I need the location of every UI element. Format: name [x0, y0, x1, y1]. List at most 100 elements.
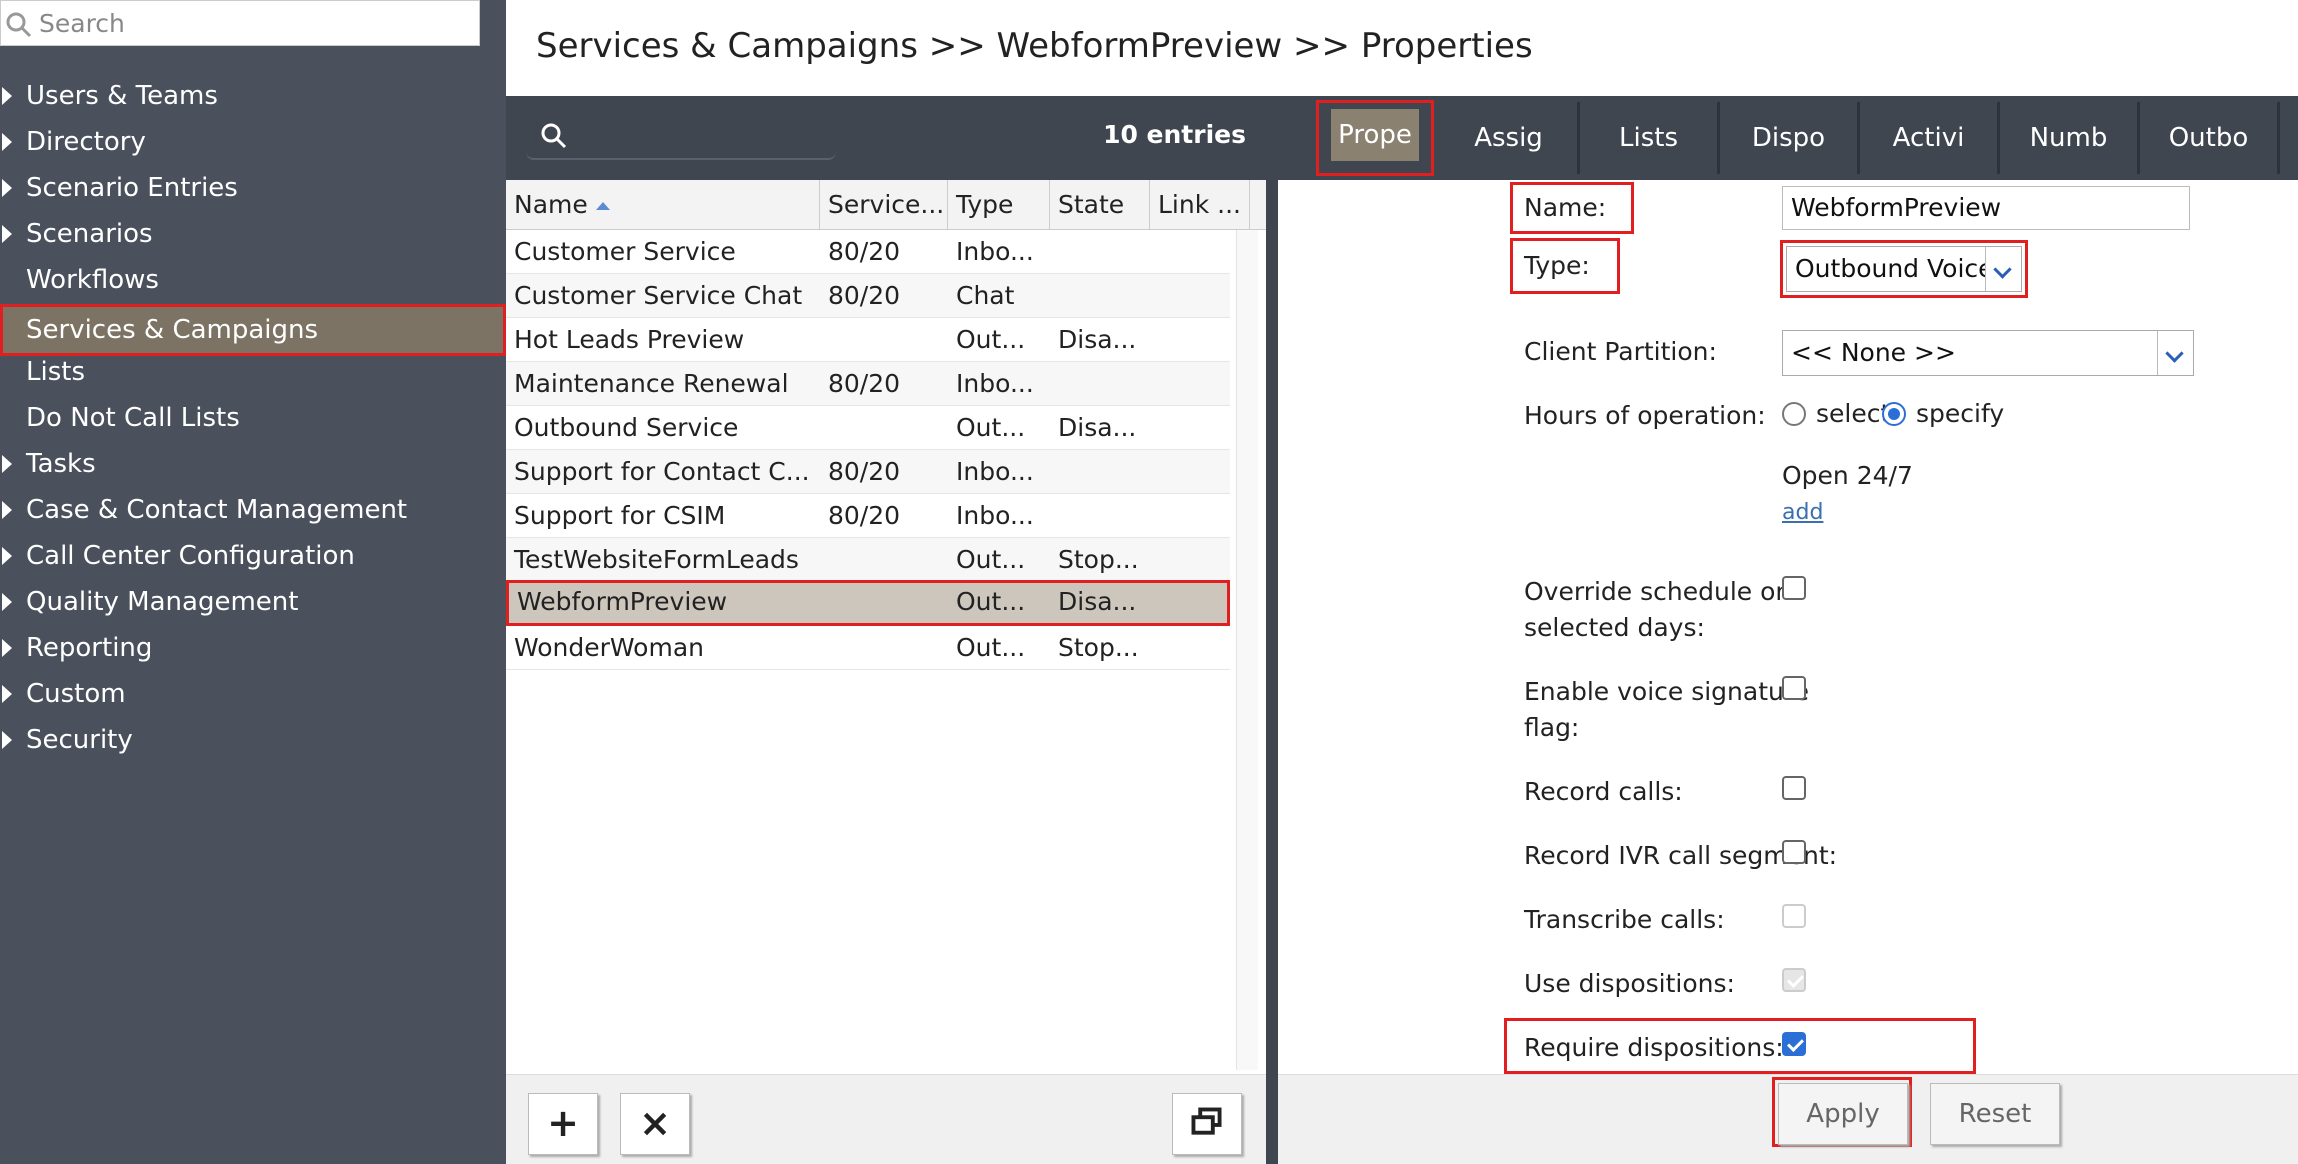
type-label: Type: — [1524, 251, 1590, 280]
use-dispositions-checkbox — [1782, 968, 1806, 992]
override-schedule-checkbox[interactable] — [1782, 576, 1806, 600]
tab-properties[interactable]: Prope — [1316, 100, 1434, 176]
tab-assignments[interactable]: Assig — [1440, 102, 1580, 174]
sidebar-item-services-campaigns[interactable]: Services & Campaigns — [0, 304, 506, 356]
apply-button[interactable]: Apply — [1778, 1083, 1908, 1145]
open-window-button[interactable] — [1172, 1093, 1242, 1155]
sort-ascending-icon — [595, 202, 610, 210]
table-row[interactable]: Customer Service 80/20 Inbo... — [506, 230, 1230, 274]
table-row[interactable]: Outbound Service Out... Disa... — [506, 406, 1230, 450]
sidebar-item-security[interactable]: Security — [0, 718, 506, 762]
override-schedule-label-line1: Override schedule on — [1524, 577, 1792, 606]
main-area: Services & Campaigns >> WebformPreview >… — [506, 0, 2298, 1164]
table-row[interactable]: Customer Service Chat 80/20 Chat — [506, 274, 1230, 318]
sidebar-item-workflows[interactable]: Workflows — [0, 258, 506, 302]
client-partition-select[interactable]: << None >> — [1782, 330, 2194, 376]
column-header-name[interactable]: Name — [506, 180, 820, 230]
expand-arrow-icon — [2, 133, 12, 151]
list-scrollbar[interactable] — [1236, 230, 1258, 1070]
sidebar-search[interactable] — [0, 0, 480, 46]
voice-signature-checkbox[interactable] — [1782, 676, 1806, 700]
expand-arrow-icon — [2, 593, 12, 611]
sidebar-item-label: Services & Campaigns — [26, 315, 319, 345]
delete-button[interactable]: × — [620, 1093, 690, 1155]
sidebar-item-label: Workflows — [26, 265, 159, 295]
name-label: Name: — [1524, 193, 1607, 222]
column-header-service[interactable]: Service... — [820, 180, 948, 230]
page-header: Services & Campaigns >> WebformPreview >… — [506, 0, 2298, 96]
tab-bar: Prope Assig Lists Dispo Activi Numb Outb… — [1278, 96, 2298, 180]
sidebar-item-lists[interactable]: Lists — [0, 350, 506, 394]
expand-arrow-icon — [2, 547, 12, 565]
record-calls-checkbox[interactable] — [1782, 776, 1806, 800]
table-row[interactable]: Hot Leads Preview Out... Disa... — [506, 318, 1230, 362]
tab-lists[interactable]: Lists — [1580, 102, 1720, 174]
hours-select-radio[interactable] — [1782, 402, 1806, 426]
sidebar-item-scenarios[interactable]: Scenarios — [0, 212, 506, 256]
sidebar-item-call-center-configuration[interactable]: Call Center Configuration — [0, 534, 506, 578]
sidebar-search-input[interactable] — [39, 5, 459, 41]
expand-arrow-icon — [2, 87, 12, 105]
sidebar-item-scenario-entries[interactable]: Scenario Entries — [0, 166, 506, 210]
sidebar-item-label: Directory — [26, 127, 146, 157]
list-search[interactable] — [526, 112, 836, 160]
list-footer: + × — [506, 1074, 1266, 1164]
hours-select-label: select — [1816, 399, 1891, 428]
expand-arrow-icon — [2, 639, 12, 657]
record-ivr-checkbox[interactable] — [1782, 840, 1806, 864]
tab-outbound[interactable]: Outbo — [2140, 102, 2280, 174]
expand-arrow-icon — [2, 455, 12, 473]
column-header-type[interactable]: Type — [948, 180, 1050, 230]
client-partition-label: Client Partition: — [1524, 337, 1717, 366]
sidebar-item-custom[interactable]: Custom — [0, 672, 506, 716]
require-dispositions-label: Require dispositions: — [1524, 1033, 1784, 1062]
table-row[interactable]: Maintenance Renewal 80/20 Inbo... — [506, 362, 1230, 406]
hours-specify-radio[interactable] — [1882, 402, 1906, 426]
chevron-down-icon — [2157, 331, 2193, 375]
list-search-input[interactable] — [576, 118, 826, 152]
type-select[interactable]: Outbound Voice — [1786, 246, 2022, 292]
properties-footer: Apply Reset — [1278, 1074, 2298, 1164]
table-row[interactable]: Support for Contact C... 80/20 Inbo... — [506, 450, 1230, 494]
tab-dispositions[interactable]: Dispo — [1720, 102, 1860, 174]
add-hours-link[interactable]: add — [1782, 500, 1823, 525]
reset-button[interactable]: Reset — [1930, 1083, 2060, 1145]
voice-signature-label-line1: Enable voice signature — [1524, 677, 1809, 706]
add-button[interactable]: + — [528, 1093, 598, 1155]
voice-signature-label-line2: flag: — [1524, 713, 1580, 742]
table-row[interactable]: Support for CSIM 80/20 Inbo... — [506, 494, 1230, 538]
sidebar-item-label: Do Not Call Lists — [26, 403, 240, 433]
table-row-selected[interactable]: WebformPreview Out... Disa... — [506, 580, 1230, 626]
require-dispositions-checkbox[interactable] — [1782, 1032, 1806, 1056]
column-header-state[interactable]: State — [1050, 180, 1150, 230]
sidebar-item-label: Custom — [26, 679, 126, 709]
page-title: Services & Campaigns >> WebformPreview >… — [536, 26, 1533, 66]
sidebar-item-case-contact-management[interactable]: Case & Contact Management — [0, 488, 506, 532]
expand-arrow-icon — [2, 225, 12, 243]
sidebar-item-users-teams[interactable]: Users & Teams — [0, 74, 506, 118]
sidebar-item-directory[interactable]: Directory — [0, 120, 506, 164]
expand-arrow-icon — [2, 731, 12, 749]
tab-activities[interactable]: Activi — [1860, 102, 2000, 174]
sidebar-item-reporting[interactable]: Reporting — [0, 626, 506, 670]
sidebar-item-do-not-call-lists[interactable]: Do Not Call Lists — [0, 396, 506, 440]
column-header-link[interactable]: Link ... — [1150, 180, 1250, 230]
table-row[interactable]: TestWebsiteFormLeads Out... Stop... — [506, 538, 1230, 582]
sidebar-item-label: Users & Teams — [26, 81, 218, 111]
table-row[interactable]: WonderWoman Out... Stop... — [506, 626, 1230, 670]
sidebar-item-label: Call Center Configuration — [26, 541, 355, 571]
use-dispositions-label: Use dispositions: — [1524, 969, 1735, 998]
sidebar-item-label: Scenarios — [26, 219, 153, 249]
record-calls-label: Record calls: — [1524, 777, 1683, 806]
sidebar-item-tasks[interactable]: Tasks — [0, 442, 506, 486]
name-field[interactable]: WebformPreview — [1782, 186, 2190, 230]
pane-splitter[interactable] — [1266, 96, 1278, 1164]
override-schedule-label-line2: selected days: — [1524, 613, 1705, 642]
expand-arrow-icon — [2, 685, 12, 703]
hours-specify-label: specify — [1916, 399, 2005, 428]
sidebar-item-label: Security — [26, 725, 133, 755]
list-toolbar: 10 entries — [506, 96, 1266, 180]
chevron-down-icon — [1985, 247, 2021, 291]
tab-numbers[interactable]: Numb — [2000, 102, 2140, 174]
sidebar-item-quality-management[interactable]: Quality Management — [0, 580, 506, 624]
